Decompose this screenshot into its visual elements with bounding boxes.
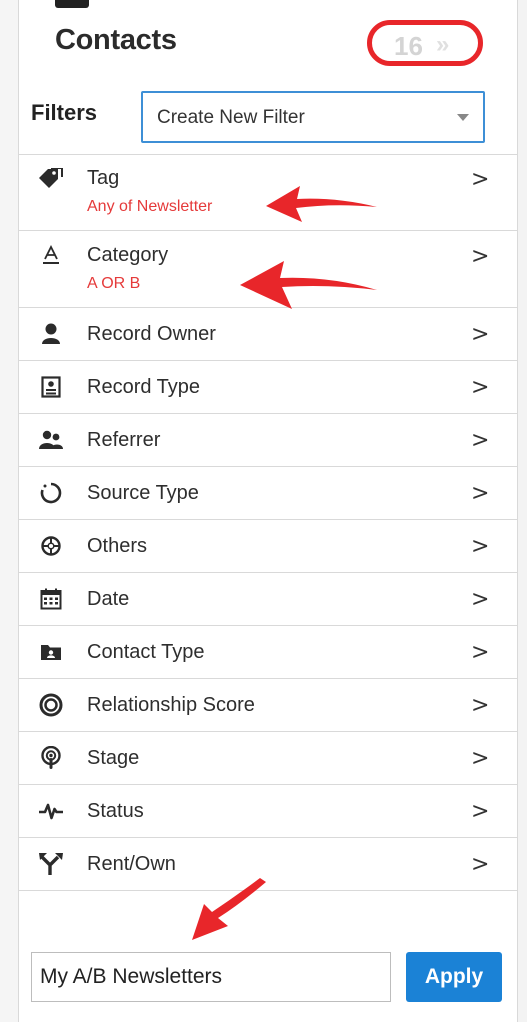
filter-item-label: Record Owner [87,323,216,345]
filter-item-category[interactable]: Category A OR B > [19,231,517,308]
filter-item-label: Stage [87,747,140,769]
filter-item-label: Category [87,244,169,266]
chevron-right-icon: > [471,375,490,400]
chevron-right-icon: > [471,746,490,771]
filter-name-input[interactable] [31,952,391,1002]
pulse-icon [39,799,63,823]
filter-item-referrer[interactable]: Referrer > [19,414,517,467]
folder-icon [39,640,63,664]
chevron-down-icon [457,114,469,121]
filter-item-label: Relationship Score [87,694,255,716]
filter-item-label: Date [87,588,130,610]
filter-item-stage[interactable]: Stage > [19,732,517,785]
chevron-right-icon: > [471,534,490,559]
filter-item-label: Tag [87,167,120,189]
calendar-icon [39,587,63,611]
filter-item-rent-own[interactable]: Rent/Own > [19,838,517,891]
chevron-right-icon: > [471,428,490,453]
page-title: Contacts [55,24,177,56]
filter-item-label: Referrer [87,429,161,451]
filter-item-label: Source Type [87,482,199,504]
contact-count: 16 [394,31,423,61]
chevron-right-icon: > [471,640,490,665]
category-icon [39,243,63,267]
filter-select-value: Create New Filter [157,107,305,128]
filter-list: Tag Any of Newsletter > Category A OR B … [19,154,517,891]
filters-label: Filters [31,100,98,125]
contacts-filter-panel: Contacts 16 » Filters Create New Filter … [18,0,518,1022]
filter-item-label: Status [87,800,144,822]
filter-item-others[interactable]: Others > [19,520,517,573]
people-icon [39,428,63,452]
crosshair-icon [39,534,63,558]
filter-item-subtitle: Any of Newsletter [87,198,213,215]
filter-item-date[interactable]: Date > [19,573,517,626]
contact-count-badge[interactable]: 16 » [367,20,483,66]
chevron-right-icon: > [471,799,490,824]
tag-icon [39,166,63,190]
filter-item-relationship-score[interactable]: Relationship Score > [19,679,517,732]
filter-item-label: Others [87,535,148,557]
podcast-icon [39,746,63,770]
chevron-right-icon: > [471,481,490,506]
chevron-right-icon: > [471,693,490,718]
person-icon [39,322,63,346]
left-background [0,0,18,1022]
filter-select[interactable]: Create New Filter [141,91,485,143]
filter-item-contact-type[interactable]: Contact Type > [19,626,517,679]
chevron-right-icon: > [471,322,490,347]
filter-item-label: Rent/Own [87,853,176,875]
filter-item-label: Record Type [87,376,201,398]
filter-item-tag[interactable]: Tag Any of Newsletter > [19,154,517,231]
chevron-right-icon: > [471,167,490,192]
filter-item-status[interactable]: Status > [19,785,517,838]
split-arrow-icon [39,852,63,876]
panel-header: Contacts 16 » [19,0,517,82]
circle-arc-icon [39,481,63,505]
filters-row: Filters Create New Filter [19,82,517,155]
chevron-right-icon: > [471,244,490,269]
filter-item-record-type[interactable]: Record Type > [19,361,517,414]
double-chevron-icon: » [436,31,450,58]
target-ring-icon [39,693,63,717]
filter-item-record-owner[interactable]: Record Owner > [19,308,517,361]
filter-item-label: Contact Type [87,641,205,663]
filter-item-source-type[interactable]: Source Type > [19,467,517,520]
filter-item-subtitle: A OR B [87,275,141,292]
right-background [518,0,527,1022]
chevron-right-icon: > [471,587,490,612]
apply-button[interactable]: Apply [406,952,502,1002]
chevron-right-icon: > [471,852,490,877]
record-card-icon [39,375,63,399]
